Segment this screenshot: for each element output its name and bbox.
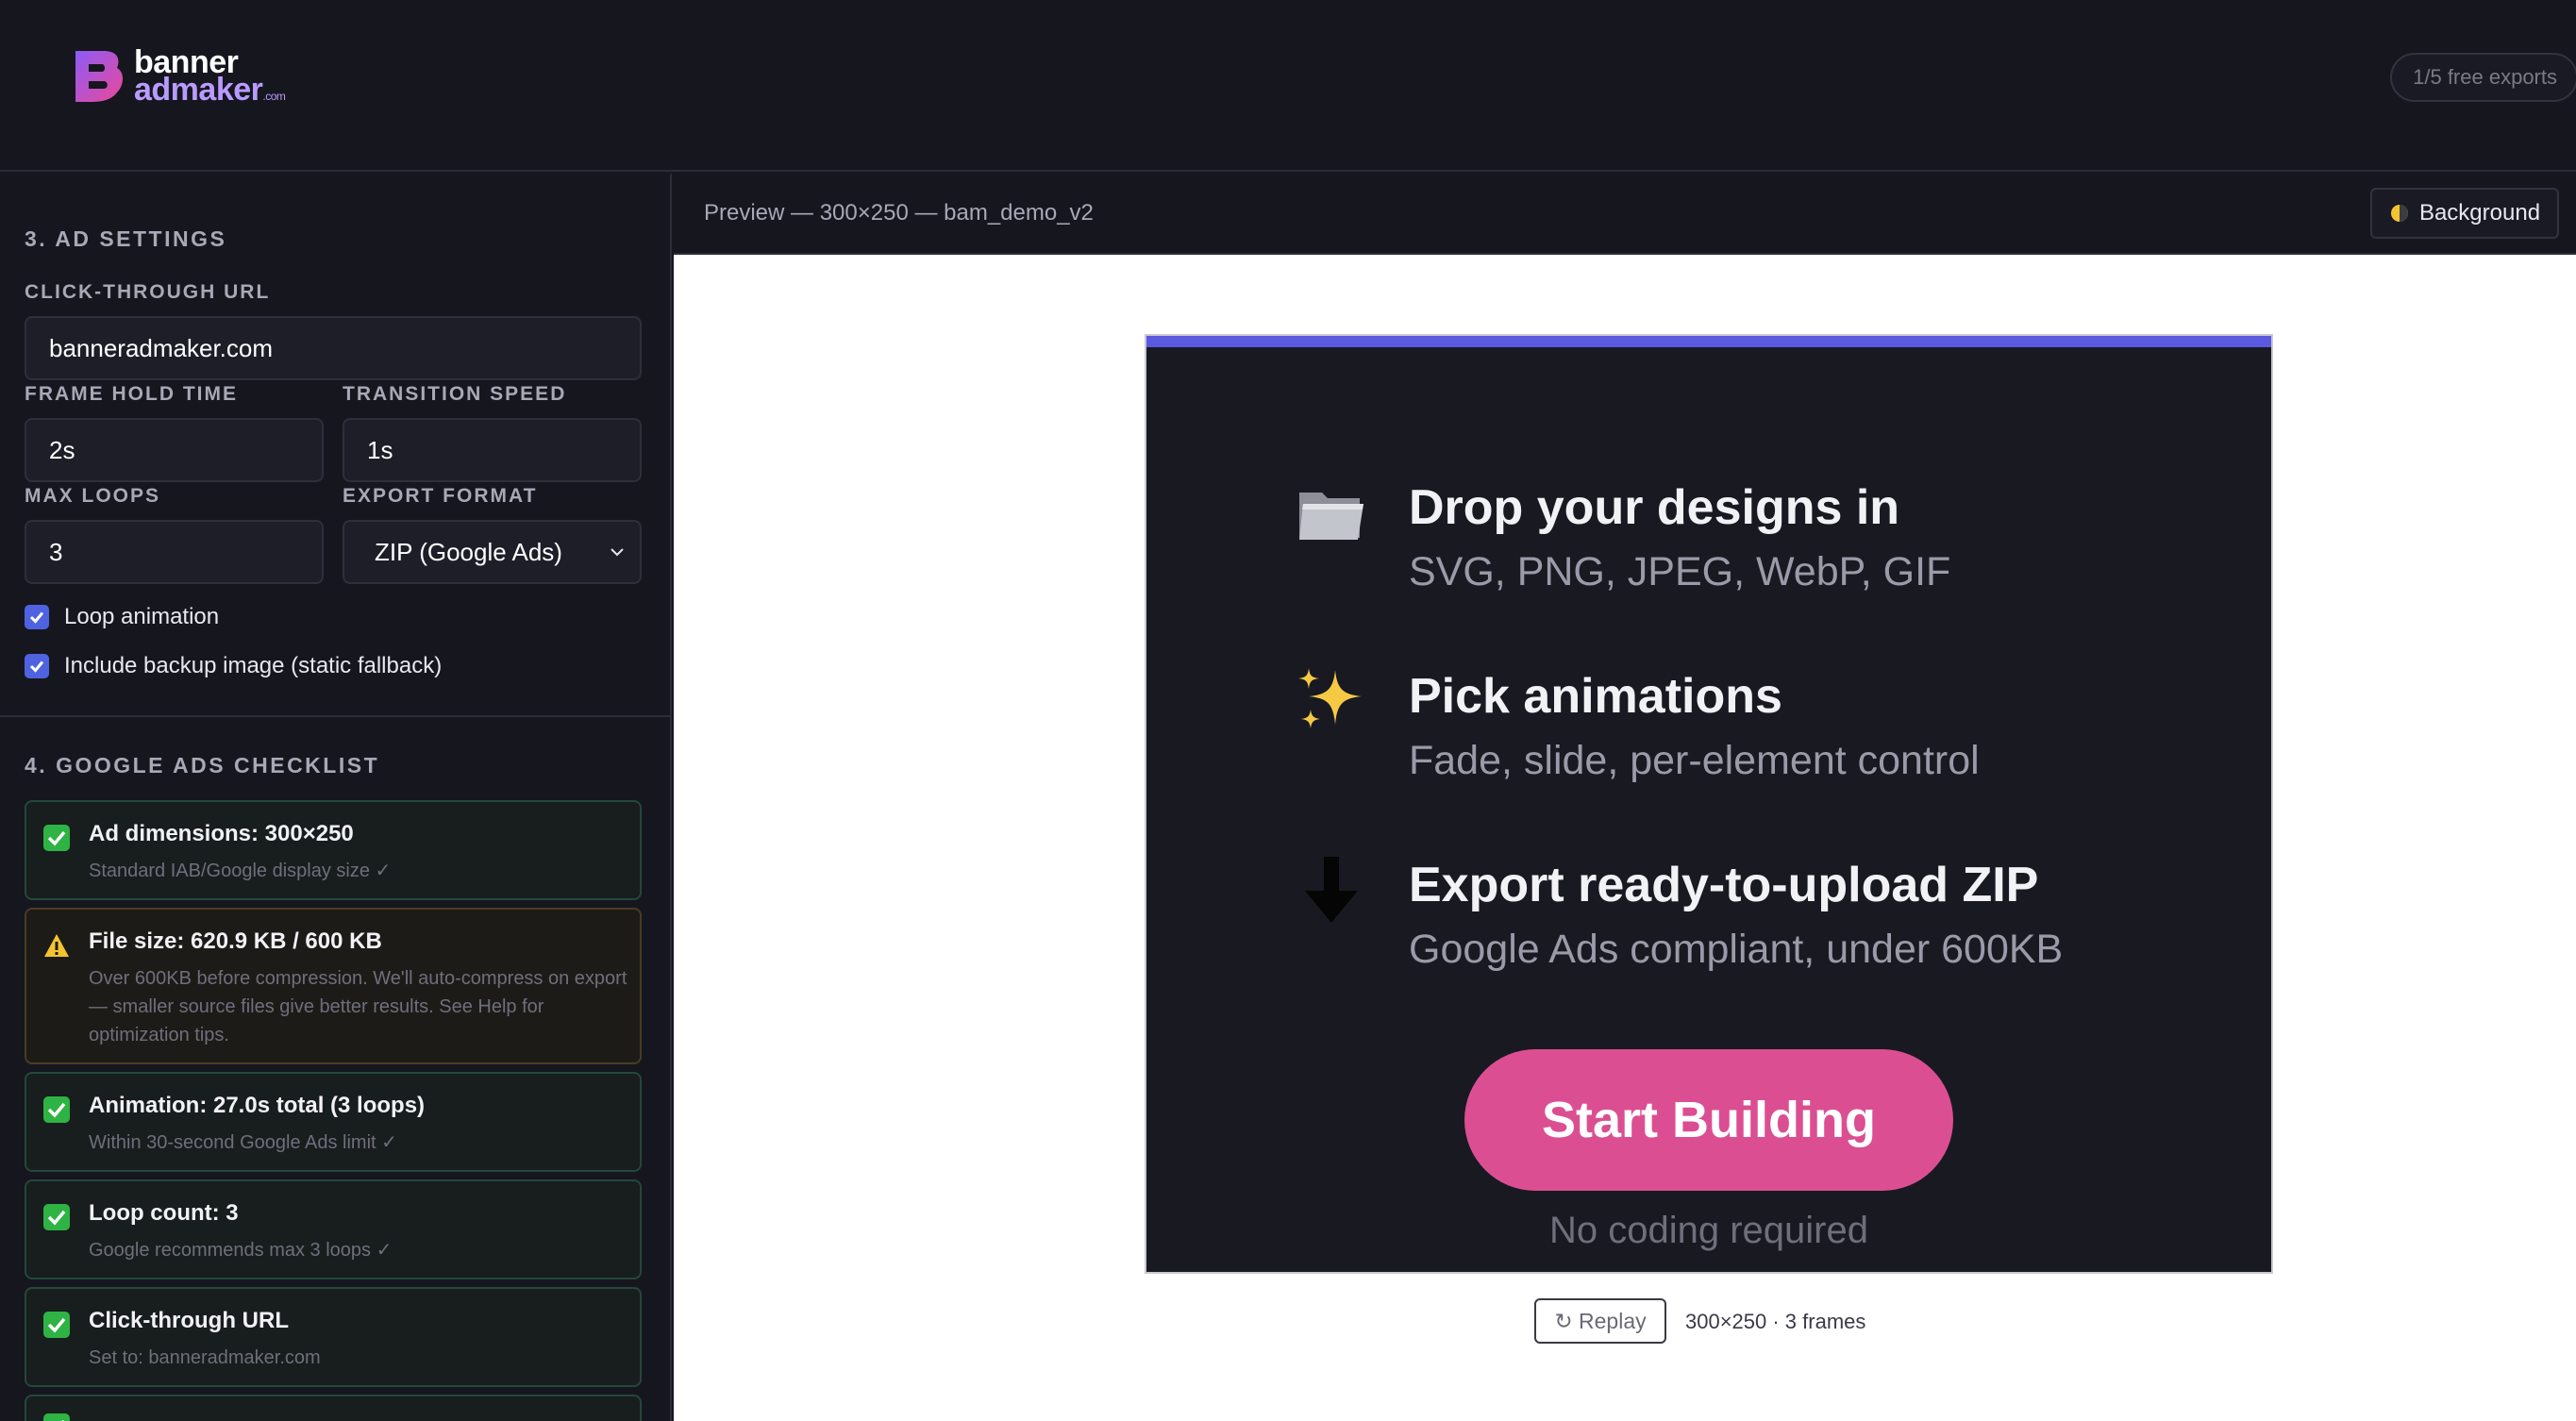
checklist-item-subtitle: Set to: banneradmaker.com [89, 1347, 321, 1368]
preview-title: Preview — 300×250 — bam_demo_v2 [704, 200, 1094, 226]
free-exports-badge[interactable]: 1/5 free exports [2390, 53, 2576, 102]
max-loops-label: MAX LOOPS [25, 485, 161, 507]
logo[interactable]: banner admaker.com [70, 46, 286, 108]
click-url-input[interactable]: banneradmaker.com [25, 316, 642, 380]
checklist-item-subtitle: Standard IAB/Google display size ✓ [89, 861, 392, 881]
export-format-label: EXPORT FORMAT [343, 485, 538, 507]
checklist-item-subtitle: Within 30-second Google Ads limit ✓ [89, 1132, 397, 1153]
warning-icon [44, 934, 69, 957]
transition-speed-input[interactable]: 1s [343, 418, 642, 482]
max-loops-input[interactable]: 3 [25, 520, 324, 584]
loop-animation-row[interactable]: Loop animation [25, 604, 219, 630]
backup-image-label: Include backup image (static fallback) [64, 653, 443, 678]
frame-hold-label: FRAME HOLD TIME [25, 383, 238, 405]
check-icon [43, 1312, 70, 1338]
logo-mark-icon [75, 51, 123, 102]
checklist-item-click-url: Click-through URL Set to: banneradmaker.… [25, 1287, 642, 1387]
ad-settings-title: 3. AD SETTINGS [25, 226, 227, 251]
ad-accent-bar [1146, 336, 2271, 347]
checklist-item-subtitle: Over 600KB before compression. We'll aut… [89, 968, 627, 1045]
ad-row-heading: Pick animations [1409, 669, 1782, 724]
transition-speed-label: TRANSITION SPEED [343, 383, 567, 405]
export-format-select[interactable]: ZIP (Google Ads) [343, 520, 642, 584]
sparkles-icon [1298, 668, 1362, 728]
checklist-item-title: Click-through URL [89, 1308, 289, 1333]
background-toggle-button[interactable]: Background [2370, 188, 2559, 239]
checkmark-icon [29, 611, 44, 624]
backup-image-row[interactable]: Include backup image (static fallback) [25, 653, 442, 679]
logo-text-dotcom: .com [262, 90, 286, 103]
chevron-down-icon [611, 548, 624, 557]
checklist-item-subtitle: Google recommends max 3 loops ✓ [89, 1240, 393, 1261]
cta-note: No coding required [1549, 1210, 1868, 1251]
start-building-button[interactable]: Start Building [1464, 1049, 1953, 1191]
checklist-item-title: Animation: 27.0s total (3 loops) [89, 1093, 426, 1118]
checklist-item-loop-count: Loop count: 3 Google recommends max 3 lo… [25, 1179, 642, 1279]
checklist-item-file-size: File size: 620.9 KB / 600 KB Over 600KB … [25, 908, 642, 1064]
check-icon [43, 825, 70, 851]
ad-row-heading: Export ready-to-upload ZIP [1409, 858, 2039, 912]
check-icon [43, 1204, 70, 1230]
settings-sidebar: 3. AD SETTINGS CLICK-THROUGH URL bannera… [0, 174, 672, 1421]
preview-toolbar: Preview — 300×250 — bam_demo_v2 Backgrou… [674, 174, 2576, 255]
click-url-label: CLICK-THROUGH URL [25, 281, 271, 303]
checklist-item-title: Loop count: 3 [89, 1200, 239, 1226]
ad-row-subtext: Google Ads compliant, under 600KB [1409, 927, 2064, 972]
section-divider [0, 715, 670, 717]
checklist-item-dimensions: Ad dimensions: 300×250 Standard IAB/Goog… [25, 800, 642, 900]
loop-animation-label: Loop animation [64, 604, 220, 629]
check-icon [43, 1096, 70, 1123]
folder-icon [1299, 493, 1363, 540]
checklist-item-title: Ad dimensions: 300×250 [89, 821, 354, 846]
check-icon [43, 1413, 70, 1421]
down-arrow-icon [1305, 857, 1358, 923]
backup-image-checkbox[interactable] [25, 654, 49, 678]
app-header: banner admaker.com 1/5 free exports [0, 0, 2576, 172]
background-button-label: Background [2418, 200, 2541, 226]
ad-meta-info: 300×250 · 3 frames [1685, 1310, 1866, 1333]
half-moon-icon [2390, 205, 2408, 222]
ad-row-subtext: Fade, slide, per-element control [1409, 738, 1980, 783]
export-format-value: ZIP (Google Ads) [375, 537, 562, 566]
ad-row-subtext: SVG, PNG, JPEG, WebP, GIF [1409, 549, 1951, 594]
checklist-title: 4. GOOGLE ADS CHECKLIST [25, 753, 380, 777]
checklist-item-partial [25, 1395, 642, 1421]
checkmark-icon [29, 660, 44, 673]
loop-animation-checkbox[interactable] [25, 605, 49, 629]
ad-row-heading: Drop your designs in [1409, 480, 1900, 535]
logo-text-admaker: admaker [134, 72, 263, 108]
frame-hold-input[interactable]: 2s [25, 418, 324, 482]
replay-button[interactable]: ↻ Replay [1534, 1298, 1666, 1344]
ad-preview[interactable]: Drop your designs in SVG, PNG, JPEG, Web… [1145, 334, 2273, 1274]
checklist-item-title: File size: 620.9 KB / 600 KB [89, 928, 382, 954]
checklist-item-animation: Animation: 27.0s total (3 loops) Within … [25, 1072, 642, 1172]
